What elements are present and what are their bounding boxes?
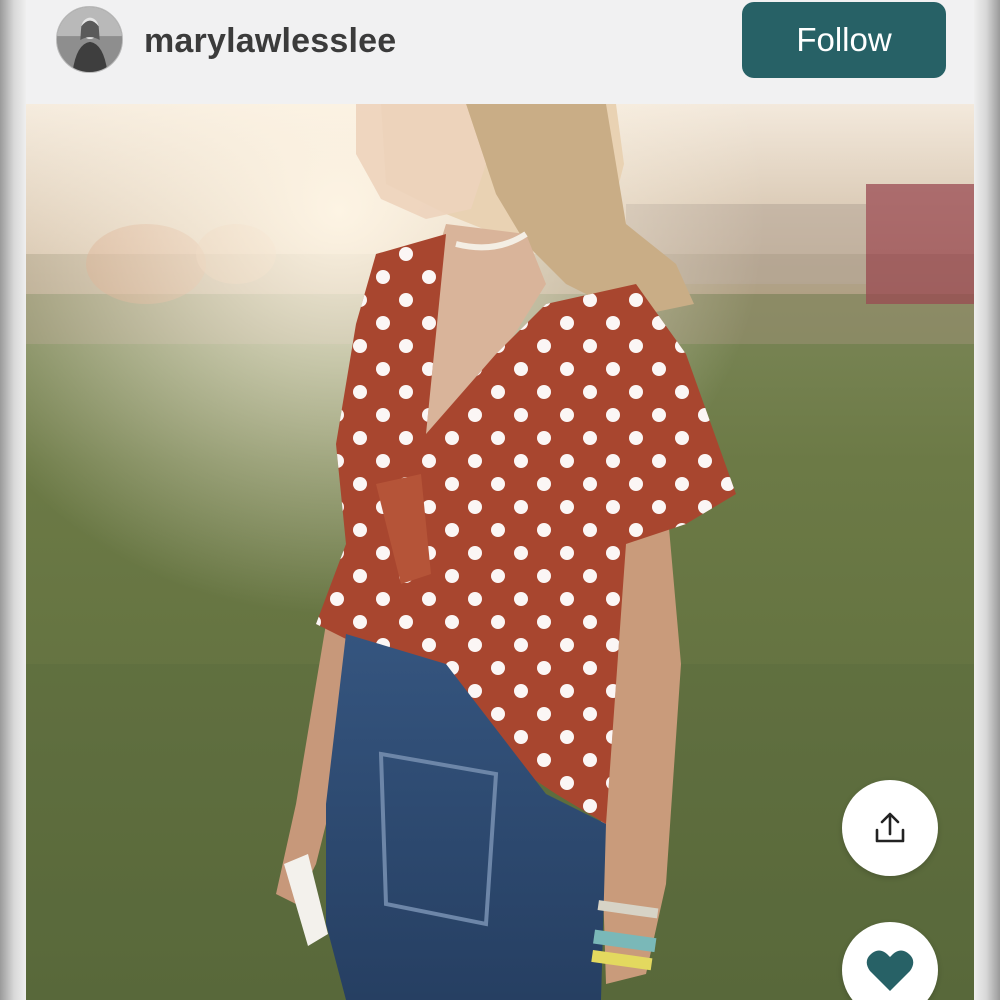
username[interactable]: marylawlesslee — [144, 22, 396, 61]
share-upload-icon — [875, 812, 905, 843]
outfit-photo — [26, 104, 974, 1000]
user-avatar[interactable] — [56, 6, 123, 73]
post-photo[interactable] — [26, 104, 974, 1000]
follow-button[interactable]: Follow — [742, 2, 946, 78]
avatar-image — [57, 7, 122, 72]
post-header: marylawlesslee Follow — [26, 0, 974, 104]
share-button[interactable] — [842, 780, 938, 876]
heart-icon — [866, 950, 914, 991]
